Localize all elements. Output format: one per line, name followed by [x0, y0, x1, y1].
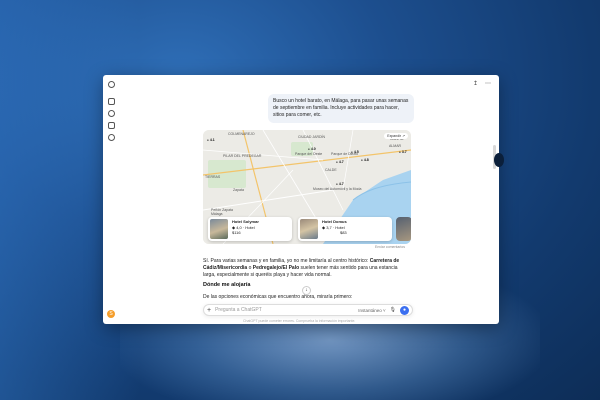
hotel-card-partial[interactable]: [396, 217, 411, 241]
map-poi-rating[interactable]: 4.1: [207, 138, 215, 142]
avatar[interactable]: S: [107, 310, 115, 318]
openai-logo-icon[interactable]: [107, 81, 115, 88]
section-text: De las opciones económicas que encuentro…: [203, 294, 353, 300]
map-poi-rating[interactable]: 4.8: [361, 158, 369, 162]
composer: + Instantáneo ˅ 🎙 ●: [203, 304, 413, 316]
model-selector[interactable]: Instantáneo ˅: [358, 308, 385, 313]
map-feedback-link[interactable]: Enviar comentarios: [375, 245, 405, 249]
map-area-label: PILAR DEL PREDEGAR: [223, 154, 262, 158]
hotel-card[interactable]: Hotel Domus ◆ 3,7 · Hotel $83: [298, 217, 392, 241]
section-title: Dónde me alojaría: [203, 282, 251, 288]
voice-mode-button[interactable]: ●: [400, 305, 409, 315]
hotel-rating-text: 4,0 · Hotel: [236, 224, 255, 230]
search-icon[interactable]: [107, 110, 115, 117]
background-object: [494, 153, 504, 167]
explore-icon[interactable]: [107, 134, 115, 141]
map-poi-rating[interactable]: 4.7: [336, 182, 344, 186]
map-poi-rating[interactable]: 4.5: [351, 150, 359, 154]
plus-icon[interactable]: +: [207, 307, 211, 314]
prompt-input[interactable]: [215, 307, 355, 313]
hotel-info: Hotel Solymar ◆ 4,0 · Hotel $116: [232, 219, 259, 239]
map-area-label: COLMENAREJO: [228, 132, 255, 136]
disclaimer: ChatGPT puede cometer errores. Comprueba…: [243, 319, 356, 323]
top-actions: ↥ ⋯: [473, 81, 491, 87]
answer-text: Sí. Para varias semanas y en familia, yo…: [203, 258, 370, 264]
share-icon[interactable]: ↥: [473, 81, 479, 87]
expand-map-button[interactable]: Expandir ↗: [384, 133, 408, 139]
hotel-card[interactable]: Hotel Solymar ◆ 4,0 · Hotel $116: [208, 217, 292, 241]
map-area-label: Zapata: [233, 188, 244, 192]
map-place-label: Parque del Oeste: [295, 152, 323, 156]
map-place-label: Peñón Zapata Málaga: [211, 208, 233, 216]
hotel-photo: [210, 219, 228, 239]
hotel-photo: [300, 219, 318, 239]
chat-window: S ↥ ⋯ Busco un hotel barato, en Málaga, …: [103, 75, 499, 324]
map-area-label: CIUDAD JARDÍN: [298, 135, 326, 139]
new-chat-icon[interactable]: [107, 98, 115, 105]
hotel-price: $83: [339, 230, 347, 235]
answer-highlight: Pedregalejo/El Palo: [252, 265, 300, 271]
map-area-label: ALMAR: [389, 144, 402, 148]
microphone-icon[interactable]: 🎙: [390, 307, 396, 313]
map-area-label: TIERRAS: [205, 175, 221, 179]
map-poi-rating[interactable]: 3.7: [399, 150, 407, 154]
hotel-price: $116: [232, 230, 241, 235]
assistant-answer-intro: Sí. Para varias semanas y en familia, yo…: [203, 258, 411, 279]
map-poi-rating[interactable]: 4.0: [308, 147, 316, 151]
user-message: Busco un hotel barato, en Málaga, para p…: [268, 94, 414, 123]
map-card[interactable]: COLMENAREJO PILAR DEL PREDEGAR TIERRAS Z…: [203, 130, 411, 244]
scroll-down-button[interactable]: ↓: [302, 286, 311, 295]
sidebar: [103, 75, 119, 324]
map-area-label: CALDE: [325, 168, 337, 172]
hotel-info: Hotel Domus ◆ 3,7 · Hotel $83: [322, 219, 347, 239]
map-place-label: Museo del Automóvil y la Moda: [313, 187, 362, 191]
more-icon[interactable]: ⋯: [485, 81, 491, 87]
map-poi-rating[interactable]: 4.7: [336, 160, 344, 164]
images-icon[interactable]: [107, 122, 115, 129]
hotel-rating-text: 3,7 · Hotel: [326, 224, 345, 230]
